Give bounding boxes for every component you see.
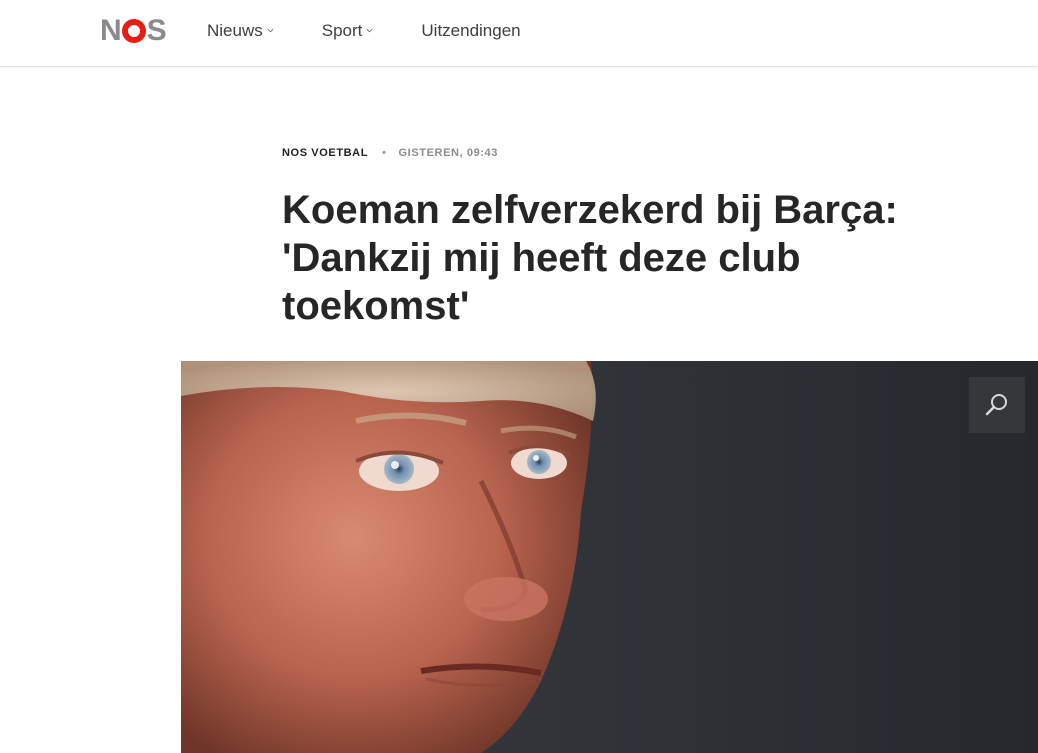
article-title: Koeman zelfverzekerd bij Barça: 'Dankzij… <box>282 188 898 328</box>
logo-letter-n: N <box>100 14 122 47</box>
nav-item-nieuws[interactable]: Nieuws <box>207 21 274 41</box>
nav-item-label: Uitzendingen <box>421 21 521 40</box>
nos-logo[interactable]: N S <box>100 14 167 47</box>
nav-item-label: Sport <box>321 21 363 40</box>
zoom-image-button[interactable] <box>969 377 1025 433</box>
site-header: N S Nieuws Sport Uitzendingen <box>0 0 1038 67</box>
nav-item-label: Nieuws <box>207 21 263 40</box>
hero-image[interactable] <box>181 361 1038 753</box>
article-timestamp: GISTEREN, 09:43 <box>398 147 498 159</box>
nav-item-uitzendingen[interactable]: Uitzendingen <box>421 21 520 41</box>
chevron-down-icon <box>366 28 373 32</box>
portrait-photo <box>181 361 1038 753</box>
chevron-down-icon <box>267 28 274 32</box>
article-meta: NOS VOETBAL • GISTEREN, 09:43 <box>282 147 498 159</box>
meta-separator: • <box>382 147 387 159</box>
logo-letter-s: S <box>146 14 167 47</box>
nav-item-sport[interactable]: Sport <box>322 21 374 41</box>
main-nav: Nieuws Sport Uitzendingen <box>207 0 569 62</box>
magnifier-icon <box>985 394 1007 416</box>
article-source[interactable]: NOS VOETBAL <box>282 147 368 159</box>
logo-o-circle <box>121 19 146 43</box>
